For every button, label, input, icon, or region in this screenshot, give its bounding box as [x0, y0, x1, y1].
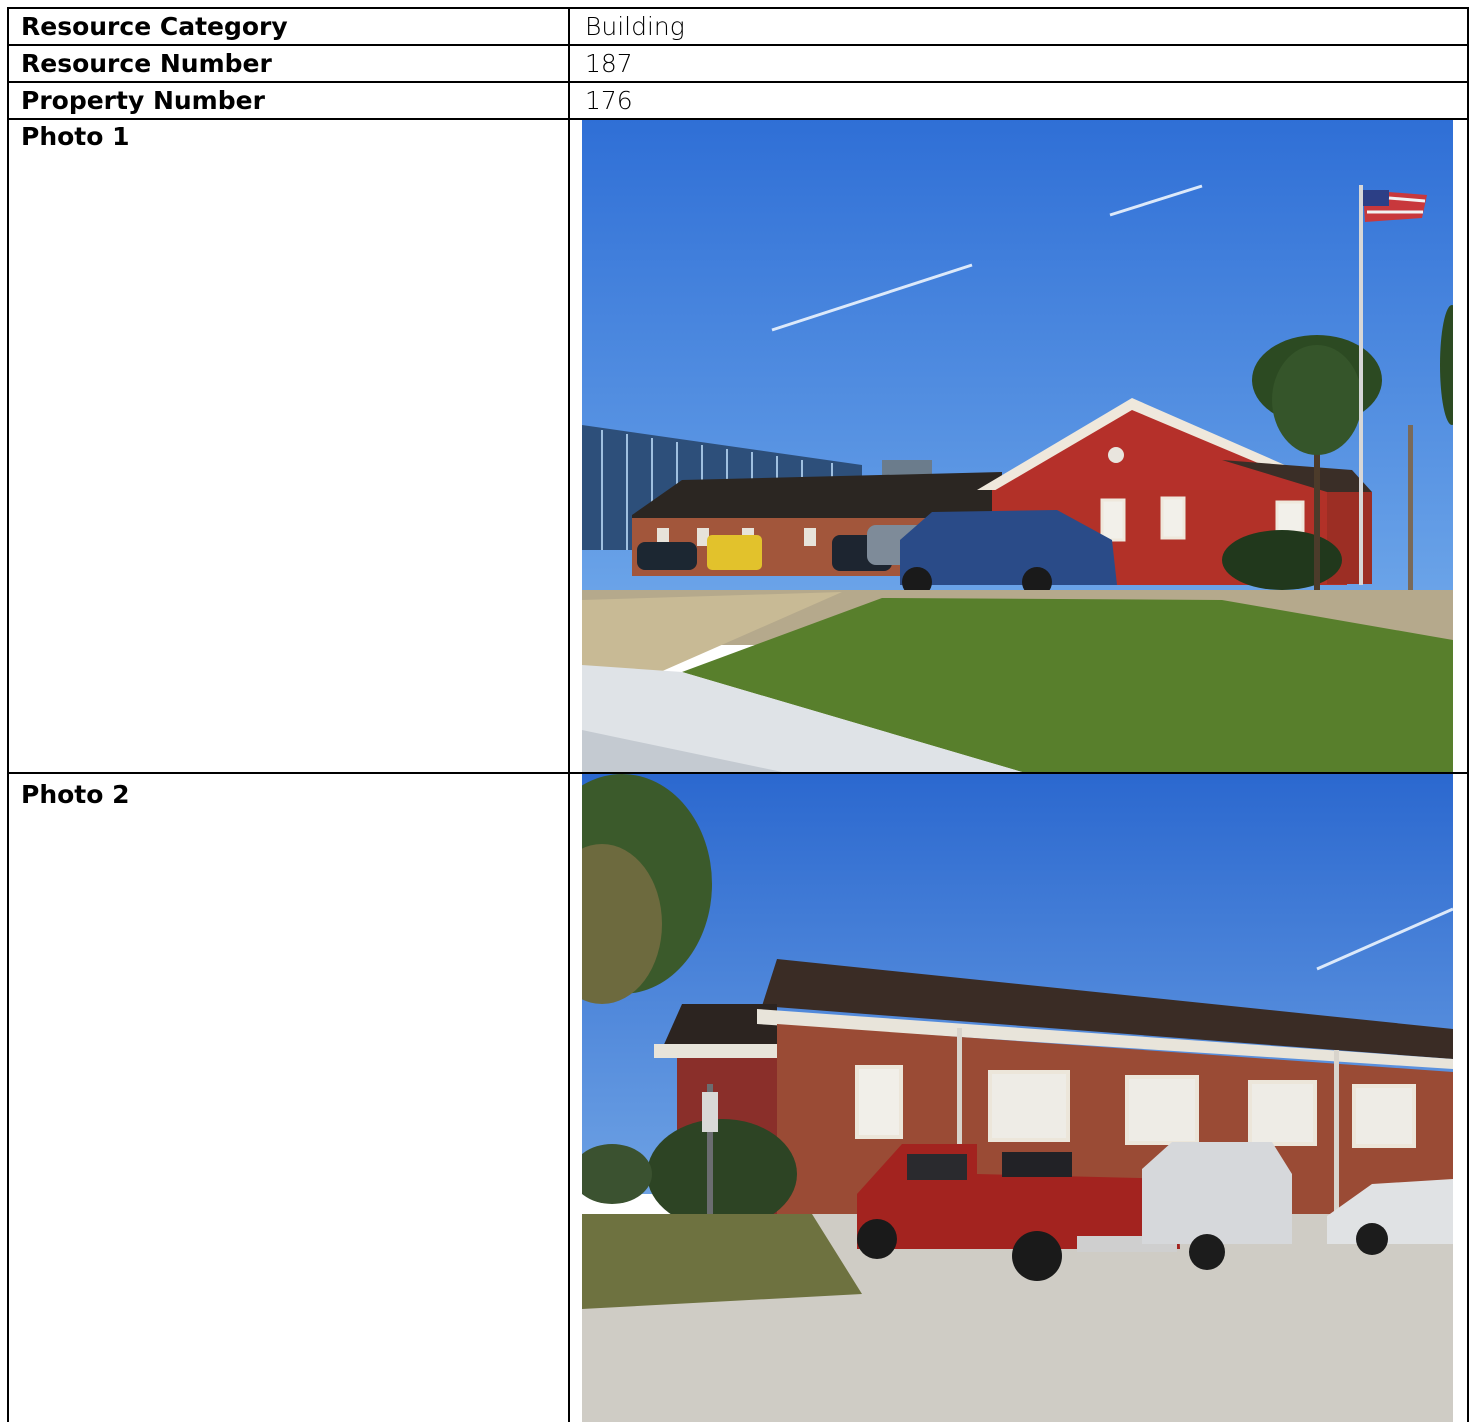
photo-1-image — [582, 120, 1453, 772]
value-property-number: 176 — [569, 82, 1469, 119]
label-resource-category: Resource Category — [7, 7, 569, 45]
value-resource-number: 187 — [569, 45, 1469, 82]
label-photo-2: Photo 2 — [7, 773, 569, 1422]
label-property-number: Property Number — [7, 82, 569, 119]
resource-table: Resource Category Building Resource Numb… — [7, 7, 1469, 1422]
photo-2-cell — [569, 773, 1469, 1422]
label-photo-1: Photo 1 — [7, 119, 569, 773]
photo-1-cell — [569, 119, 1469, 773]
photo-2-image — [582, 774, 1453, 1422]
value-resource-category: Building — [569, 7, 1469, 45]
label-resource-number: Resource Number — [7, 45, 569, 82]
